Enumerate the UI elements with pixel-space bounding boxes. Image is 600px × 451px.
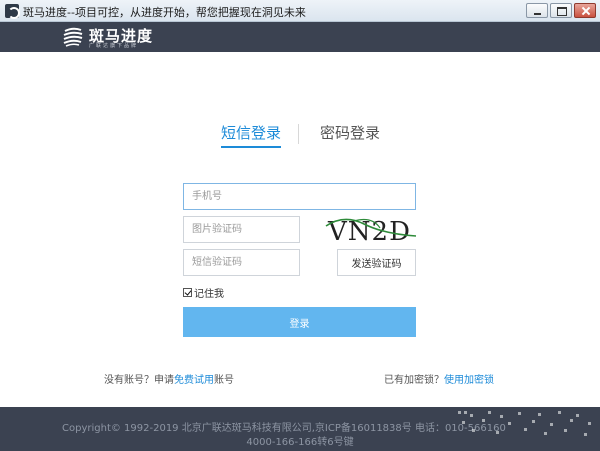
free-trial-link[interactable]: 免费试用 [174,375,214,386]
minimize-icon[interactable] [526,3,548,18]
close-icon[interactable] [574,3,596,18]
encryption-key-prefix: 已有加密锁？ [384,375,444,386]
register-prompt-suffix: 账号 [214,375,234,386]
app-header: 斑马进度 广联达旗下品牌 [0,22,600,52]
register-prompt-prefix: 没有账号？申请 [104,375,174,386]
captcha-image[interactable]: VN2D [324,212,418,246]
remember-me-label: 记住我 [194,288,224,300]
use-encryption-key-link[interactable]: 使用加密锁 [444,375,494,386]
footer: Copyright© 1992-2019 北京广联达斑马科技有限公司,京ICP备… [0,407,600,451]
captcha-input[interactable] [183,216,300,243]
login-tabs: 短信登录 密码登录 [0,122,600,152]
send-code-button[interactable]: 发送验证码 [337,249,416,276]
app-icon [5,4,20,19]
remember-me-checkbox[interactable] [183,287,192,297]
footer-copyright: Copyright© 1992-2019 北京广联达斑马科技有限公司,京ICP备… [62,423,506,434]
tab-sms-login[interactable]: 短信登录 [221,122,282,148]
window-titlebar[interactable]: 斑马进度--项目可控，从进度开始，帮您把握现在洞见未来 [0,0,600,22]
active-tab-underline [221,146,282,148]
tab-sms-login-label: 短信登录 [221,124,282,142]
sms-code-input[interactable] [183,249,300,276]
register-prompt: 没有账号？申请免费试用账号 [104,371,234,386]
watermark-overlay [458,411,591,436]
logo-slogan: 广联达旗下品牌 [89,43,139,49]
maximize-icon[interactable] [550,3,572,18]
remember-me[interactable]: 记住我 [183,285,224,300]
encryption-key-prompt: 已有加密锁？使用加密锁 [384,371,494,386]
window-title: 斑马进度--项目可控，从进度开始，帮您把握现在洞见未来 [23,6,306,19]
captcha-text: VN2D [327,217,411,246]
login-button[interactable]: 登录 [183,307,416,337]
tab-password-login-label: 密码登录 [320,124,381,142]
tab-password-login[interactable]: 密码登录 [320,122,380,143]
window-controls [526,3,596,18]
tab-divider [298,124,299,144]
phone-input[interactable] [183,183,416,210]
zebra-logo-icon [63,27,83,47]
